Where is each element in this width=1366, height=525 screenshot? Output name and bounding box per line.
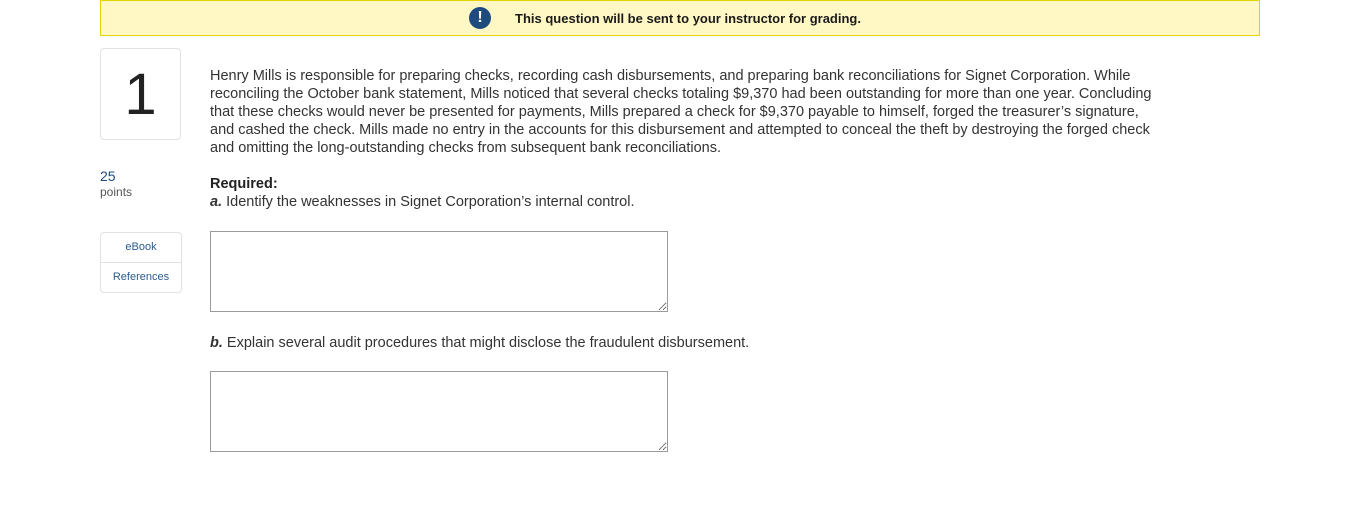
part-a-text: Identify the weaknesses in Signet Corpor… bbox=[222, 194, 635, 210]
required-heading: Required: bbox=[210, 176, 278, 192]
grading-notice-text: This question will be sent to your instr… bbox=[515, 10, 861, 26]
resources-panel: eBook References bbox=[100, 232, 182, 293]
question-paragraph: Henry Mills is responsible for preparing… bbox=[210, 68, 1152, 156]
part-b-answer-field[interactable] bbox=[210, 371, 668, 452]
question-number: 1 bbox=[100, 48, 181, 140]
part-b-letter: b. bbox=[210, 335, 223, 351]
points-label: points bbox=[100, 185, 133, 199]
question-content: Henry Mills is responsible for preparing… bbox=[210, 67, 1155, 452]
points-value: 25 bbox=[100, 168, 116, 184]
ebook-link[interactable]: eBook bbox=[101, 233, 181, 262]
part-b-prompt: b. Explain several audit procedures that… bbox=[210, 334, 1155, 352]
part-a-letter: a. bbox=[210, 194, 223, 210]
grading-notice-banner: ! This question will be sent to your ins… bbox=[100, 0, 1260, 36]
exclamation-icon: ! bbox=[469, 7, 492, 29]
points-display: 25 points bbox=[100, 168, 132, 199]
part-b-text: Explain several audit procedures that mi… bbox=[222, 335, 750, 351]
part-a-prompt: a. Identify the weaknesses in Signet Cor… bbox=[210, 193, 1155, 211]
part-a-answer-field[interactable] bbox=[210, 231, 668, 312]
references-link[interactable]: References bbox=[101, 262, 181, 292]
